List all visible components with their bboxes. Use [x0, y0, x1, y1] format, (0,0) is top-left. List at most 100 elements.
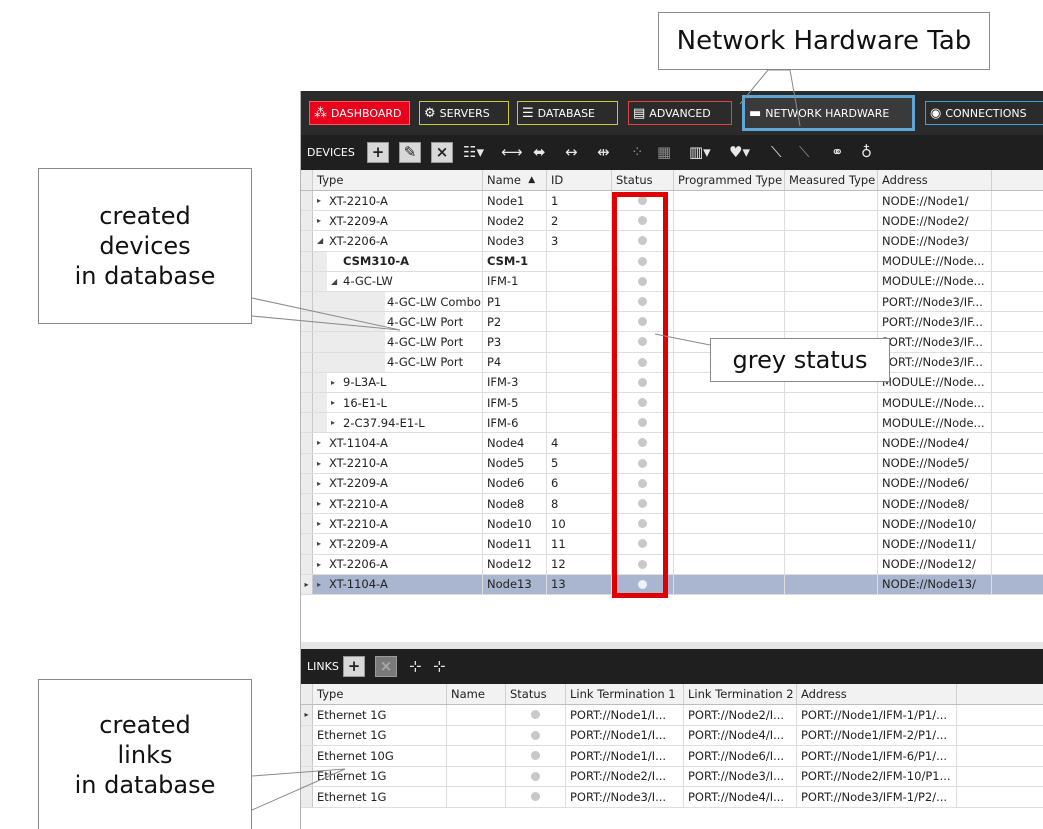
row-selector[interactable]	[301, 746, 313, 766]
column-link-termination-1[interactable]: Link Termination 1	[566, 684, 684, 704]
row-selector[interactable]	[301, 231, 313, 251]
device-row[interactable]: ▸ XT-2210-A Node1 1 NODE://Node1/	[301, 191, 1043, 212]
row-selector[interactable]	[301, 271, 313, 291]
column-type[interactable]: Type	[313, 684, 447, 704]
expand-arrow-icon[interactable]: ▸	[317, 216, 329, 225]
expand-arrow-icon[interactable]: ▸	[317, 519, 329, 528]
column-link-termination-2[interactable]: Link Termination 2	[684, 684, 797, 704]
expand-arrow-icon[interactable]: ▸	[331, 418, 343, 427]
link-row[interactable]: Ethernet 1G PORT://Node1/I... PORT://Node4…	[301, 725, 1043, 746]
device-row[interactable]: ▸ 16-E1-L IFM-5 MODULE://Node...	[301, 393, 1043, 414]
device-row[interactable]: ◢ XT-2206-A Node3 3 NODE://Node3/	[301, 231, 1043, 252]
row-selector[interactable]	[301, 787, 313, 807]
link-add-topology-icon[interactable]: ⊹	[409, 655, 422, 677]
collapse-arrow-icon[interactable]: ◢	[331, 277, 343, 286]
column-programmed-type[interactable]: Programmed Type	[674, 170, 785, 190]
expand-arrow-icon[interactable]: ▸	[317, 196, 329, 205]
link-row[interactable]: Ethernet 10G PORT://Node1/I... PORT://Node…	[301, 746, 1043, 767]
device-row[interactable]: ◢ 4-GC-LW IFM-1 MODULE://Node...	[301, 271, 1043, 292]
row-selector[interactable]	[301, 251, 313, 271]
pin-icon[interactable]: ⟍	[771, 141, 782, 163]
column-type[interactable]: Type	[313, 170, 483, 190]
device-row[interactable]: ▸ XT-1104-A Node4 4 NODE://Node4/	[301, 433, 1043, 454]
tab-servers[interactable]: ⚙ SERVERS	[419, 101, 509, 125]
row-selector[interactable]	[301, 534, 313, 554]
expand-arrow-icon[interactable]: ▸	[317, 499, 329, 508]
column-address[interactable]: Address	[797, 684, 957, 704]
row-selector[interactable]	[301, 473, 313, 493]
device-row[interactable]: 4-GC-LW Port P2 PORT://Node3/IF...	[301, 312, 1043, 333]
link-row[interactable]: Ethernet 1G PORT://Node2/I... PORT://Node3…	[301, 766, 1043, 787]
expand-arrow-icon[interactable]: ▸	[317, 479, 329, 488]
binoculars-icon[interactable]: ⚭	[831, 141, 844, 163]
row-selector[interactable]: ▸	[301, 574, 313, 594]
row-selector[interactable]	[301, 433, 313, 453]
edit-device-button[interactable]: ✎	[399, 142, 421, 163]
device-row[interactable]: ▸ XT-2209-A Node6 6 NODE://Node6/	[301, 473, 1043, 494]
device-row[interactable]: 4-GC-LW Combo P1 PORT://Node3/IF...	[301, 292, 1043, 313]
row-selector[interactable]	[301, 292, 313, 312]
add-device-button[interactable]: +	[367, 142, 389, 163]
row-selector[interactable]	[301, 352, 313, 372]
expand-arrow-icon[interactable]: ▸	[317, 459, 329, 468]
column-name[interactable]: Name	[447, 684, 506, 704]
tab-network-hardware[interactable]: ▬ NETWORK HARDWARE	[742, 95, 915, 131]
heart-menu-icon[interactable]: ♥▾	[729, 141, 750, 163]
expand-horizontal-icon[interactable]: ⟷	[501, 141, 523, 163]
column-measured-type[interactable]: Measured Type	[785, 170, 878, 190]
column-name[interactable]: Name ▲	[483, 170, 547, 190]
collapse-arrow-icon[interactable]: ◢	[317, 236, 329, 245]
row-selector[interactable]	[301, 453, 313, 473]
network-disabled-icon[interactable]: ⁘	[631, 141, 644, 163]
expand-arrow-icon[interactable]: ▸	[317, 539, 329, 548]
module-menu-icon[interactable]: ▥▾	[689, 141, 711, 163]
device-row[interactable]: CSM310-A CSM-1 MODULE://Node...	[301, 251, 1043, 272]
row-selector[interactable]	[301, 393, 313, 413]
link-row[interactable]: ▸ Ethernet 1G PORT://Node1/I... PORT://Node…	[301, 705, 1043, 726]
column-id[interactable]: ID	[547, 170, 612, 190]
link-remove-topology-icon[interactable]: ⊹	[433, 655, 446, 677]
expand-arrow-icon[interactable]: ▸	[317, 560, 329, 569]
expand-all-icon[interactable]: ⬌	[533, 141, 546, 163]
unpin-icon[interactable]: ⟍	[799, 141, 810, 163]
row-selector[interactable]	[301, 766, 313, 786]
device-row[interactable]: ▸ XT-2210-A Node5 5 NODE://Node5/	[301, 453, 1043, 474]
assign-disabled-icon[interactable]: ▦	[657, 141, 671, 163]
device-row[interactable]: ▸ 2-C37.94-E1-L IFM-6 MODULE://Node...	[301, 413, 1043, 434]
row-selector[interactable]	[301, 211, 313, 231]
row-selector[interactable]	[301, 332, 313, 352]
row-selector[interactable]	[301, 372, 313, 392]
tab-connections[interactable]: ◉ CONNECTIONS	[925, 101, 1043, 125]
device-row[interactable]: ▸ XT-2210-A Node8 8 NODE://Node8/	[301, 494, 1043, 515]
row-selector[interactable]: ▸	[301, 705, 313, 725]
row-selector[interactable]	[301, 312, 313, 332]
collapse-icon[interactable]: ↔	[565, 141, 578, 163]
row-selector[interactable]	[301, 494, 313, 514]
delete-device-button[interactable]: ×	[431, 142, 453, 163]
column-status[interactable]: Status	[506, 684, 566, 704]
add-link-button[interactable]: +	[343, 656, 365, 677]
expand-arrow-icon[interactable]: ▸	[331, 378, 343, 387]
collapse-all-icon[interactable]: ⇹	[597, 141, 610, 163]
tab-advanced[interactable]: ▤ ADVANCED	[628, 101, 732, 125]
tab-database[interactable]: ☰ DATABASE	[517, 101, 618, 125]
delete-link-button[interactable]: ×	[375, 656, 397, 677]
row-selector[interactable]	[301, 725, 313, 745]
tab-dashboard[interactable]: ⁂ DASHBOARD	[309, 101, 410, 125]
row-selector[interactable]	[301, 191, 313, 211]
row-selector[interactable]	[301, 554, 313, 574]
device-row[interactable]: 4-GC-LW Port P3 PORT://Node3/IF...	[301, 332, 1043, 353]
device-row[interactable]: ▸ ▸ XT-1104-A Node13 13 NODE://Node13/	[301, 574, 1043, 595]
link-row[interactable]: Ethernet 1G PORT://Node3/I... PORT://Node4…	[301, 787, 1043, 808]
row-selector[interactable]	[301, 514, 313, 534]
columns-icon[interactable]: ☷▾	[463, 141, 484, 163]
locate-icon[interactable]: ♁	[861, 141, 872, 163]
row-selector[interactable]	[301, 413, 313, 433]
device-row[interactable]: ▸ XT-2209-A Node2 2 NODE://Node2/	[301, 211, 1043, 232]
column-status[interactable]: Status	[612, 170, 674, 190]
expand-arrow-icon[interactable]: ▸	[317, 580, 329, 589]
device-row[interactable]: 4-GC-LW Port P4 PORT://Node3/IF...	[301, 352, 1043, 373]
device-row[interactable]: ▸ XT-2209-A Node11 11 NODE://Node11/	[301, 534, 1043, 555]
device-row[interactable]: ▸ XT-2210-A Node10 10 NODE://Node10/	[301, 514, 1043, 535]
device-row[interactable]: ▸ 9-L3A-L IFM-3 MODULE://Node...	[301, 372, 1043, 393]
